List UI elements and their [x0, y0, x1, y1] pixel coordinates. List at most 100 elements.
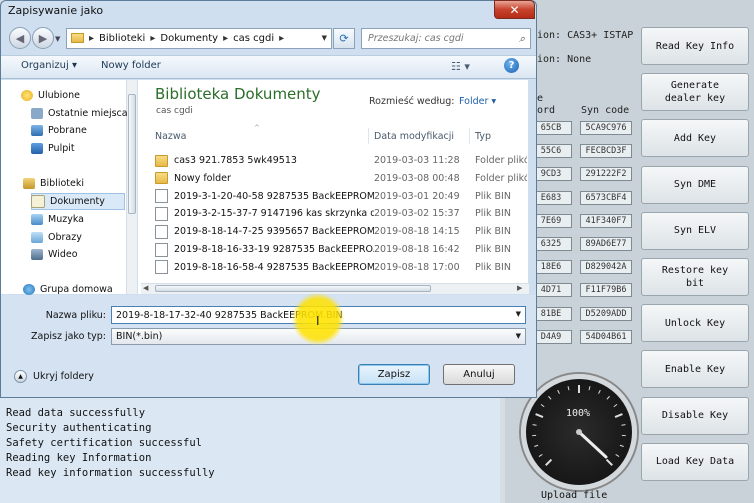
- gauge-tick: [614, 413, 623, 418]
- help-icon[interactable]: ?: [504, 58, 519, 73]
- scroll-left-icon[interactable]: ◀: [143, 284, 148, 292]
- arrange-by-dropdown[interactable]: Folder ▾: [459, 96, 496, 107]
- gauge-tick: [615, 454, 620, 457]
- gauge-tick: [613, 403, 618, 408]
- horizontal-scroll-thumb[interactable]: [155, 285, 431, 292]
- restore-key-bit-button[interactable]: Restore key bit: [641, 258, 749, 296]
- unlock-key-button[interactable]: Unlock Key: [641, 304, 749, 343]
- file-row[interactable]: 2019-8-18-16-33-19 9287535 BackEEPRO... 2…: [155, 241, 527, 258]
- nav-label: Dokumenty: [50, 196, 105, 207]
- app-info-line-2: ion: None: [537, 54, 592, 65]
- file-row[interactable]: 2019-3-2-15-37-7 9147196 kas skrzynka d.…: [155, 205, 527, 222]
- nav-label: Ulubione: [38, 90, 80, 101]
- file-name: 2019-8-18-14-7-25 9395657 BackEEPROM.BIN: [174, 226, 374, 238]
- add-key-button[interactable]: Add Key: [641, 119, 749, 158]
- file-row[interactable]: 2019-8-18-14-7-25 9395657 BackEEPROM.BIN…: [155, 223, 527, 240]
- gauge-tick: [606, 395, 610, 400]
- column-label-1: e: [537, 93, 544, 104]
- gauge-tick: [557, 389, 560, 394]
- filetype-value: BIN(*.bin): [116, 331, 163, 342]
- log-output: Read data successfully Security authenti…: [0, 398, 500, 503]
- file-name: 2019-3-2-15-37-7 9147196 kas skrzynka d.…: [174, 208, 374, 220]
- file-type: Plik BIN: [475, 261, 511, 273]
- file-type: Plik BIN: [475, 226, 511, 238]
- syn-code-cell: F11F79B6: [580, 283, 632, 298]
- file-icon: [155, 242, 168, 257]
- nav-documents-selected[interactable]: Dokumenty: [31, 193, 125, 210]
- syn-code-cell: 6573CBF4: [580, 190, 632, 205]
- log-line: Security authenticating: [6, 422, 152, 434]
- file-row[interactable]: 2019-8-18-16-58-4 9287535 BackEEPROM... 2…: [155, 259, 527, 276]
- disable-key-button[interactable]: Disable Key: [641, 396, 749, 435]
- library-title: Biblioteka Dokumenty: [155, 85, 321, 103]
- app-info-line-1: ion: CAS3+ ISTAP: [537, 30, 634, 41]
- scroll-right-icon[interactable]: ▶: [517, 284, 522, 292]
- syn-code-cell: 41F340F7: [580, 213, 632, 228]
- save-button[interactable]: Zapisz: [358, 364, 430, 385]
- gauge-tick: [534, 444, 539, 447]
- chevron-down-icon[interactable]: ▼: [516, 310, 521, 318]
- breadcrumb-item[interactable]: Biblioteki: [99, 33, 145, 44]
- gauge-tick: [605, 458, 613, 466]
- view-icon[interactable]: ☷ ▾: [451, 60, 470, 73]
- load-key-data-button[interactable]: Load Key Data: [641, 442, 749, 481]
- close-button[interactable]: ✕: [494, 0, 535, 19]
- gauge-tick: [545, 458, 553, 466]
- chevron-down-icon[interactable]: ▼: [516, 332, 521, 340]
- text-cursor-icon: I: [316, 314, 320, 328]
- cancel-button[interactable]: Anuluj: [443, 364, 515, 385]
- syn-elv-button[interactable]: Syn ELV: [641, 211, 749, 250]
- chevron-down-icon[interactable]: ▼: [322, 34, 327, 42]
- address-bar[interactable]: ▸ Biblioteki ▸ Dokumenty ▸ cas cgdi ▸ ▼: [66, 28, 332, 49]
- recent-places-icon: [31, 108, 43, 119]
- history-dropdown-icon[interactable]: ▼: [55, 35, 60, 43]
- file-date: 2019-08-18 14:15: [374, 226, 460, 238]
- log-line: Reading key Information: [6, 452, 152, 464]
- organize-button[interactable]: Organizuj ▾: [21, 60, 77, 71]
- filetype-label: Zapisz jako typ:: [31, 331, 106, 342]
- upload-file-label: Upload file: [541, 490, 608, 501]
- read-key-info-button[interactable]: Read Key Info: [641, 27, 749, 65]
- file-row[interactable]: 2019-3-1-20-40-58 9287535 BackEEPROM.BIN…: [155, 188, 527, 205]
- videos-icon: [31, 249, 43, 260]
- forward-button[interactable]: ▶: [32, 27, 54, 49]
- hide-folders-toggle[interactable]: ▲ Ukryj foldery: [14, 370, 94, 383]
- search-placeholder: Przeszukaj: cas cgdi: [368, 33, 464, 44]
- nav-libraries[interactable]: Biblioteki: [23, 175, 149, 192]
- column-label-syn-code: Syn code: [581, 105, 630, 116]
- file-name: 2019-8-18-16-58-4 9287535 BackEEPROM...: [174, 261, 374, 273]
- nav-favorites[interactable]: Ulubione: [21, 87, 147, 104]
- search-input[interactable]: Przeszukaj: cas cgdi ⌕: [361, 28, 531, 49]
- gauge-tick: [535, 413, 544, 418]
- enable-key-button[interactable]: Enable Key: [641, 350, 749, 389]
- file-icon: [155, 189, 168, 204]
- syn-code-cell: 291222F2: [580, 167, 632, 182]
- file-type: Plik BIN: [475, 190, 511, 202]
- breadcrumb-item[interactable]: Dokumenty: [160, 33, 218, 44]
- log-line: Read data successfully: [6, 407, 146, 419]
- column-header-type[interactable]: Typ: [475, 131, 491, 142]
- search-icon[interactable]: ⌕: [519, 32, 525, 46]
- forward-arrow-icon: ▶: [38, 31, 48, 45]
- breadcrumb-item[interactable]: cas cgdi: [233, 33, 274, 44]
- generate-dealer-key-button[interactable]: Generate dealer key: [641, 73, 749, 112]
- column-header-date[interactable]: Data modyfikacji: [374, 131, 454, 142]
- file-date: 2019-03-08 00:48: [374, 172, 460, 184]
- refresh-button[interactable]: ⟳: [333, 28, 355, 49]
- file-row[interactable]: Nowy folder 2019-03-08 00:48 Folder plików: [155, 170, 527, 187]
- syn-code-cell: FECBCD3F: [580, 144, 632, 159]
- desktop-icon: [31, 143, 43, 154]
- gauge-tick: [548, 395, 552, 400]
- library-subtitle: cas cgdi: [156, 106, 193, 116]
- syn-code-cell: 54D04B61: [580, 329, 632, 344]
- nav-label: Ostatnie miejsca: [48, 108, 128, 119]
- file-row[interactable]: cas3 921.7853 5wk49513 2019-03-03 11:28 Fo…: [155, 152, 527, 169]
- syn-dme-button[interactable]: Syn DME: [641, 165, 749, 204]
- star-icon: [21, 90, 33, 101]
- back-button[interactable]: ◀: [9, 27, 31, 49]
- new-folder-button[interactable]: Nowy folder: [101, 60, 161, 71]
- column-header-name[interactable]: Nazwa: [155, 131, 187, 142]
- gauge-tick: [619, 444, 624, 447]
- gauge-tick: [598, 389, 601, 394]
- gauge-tick: [621, 424, 626, 426]
